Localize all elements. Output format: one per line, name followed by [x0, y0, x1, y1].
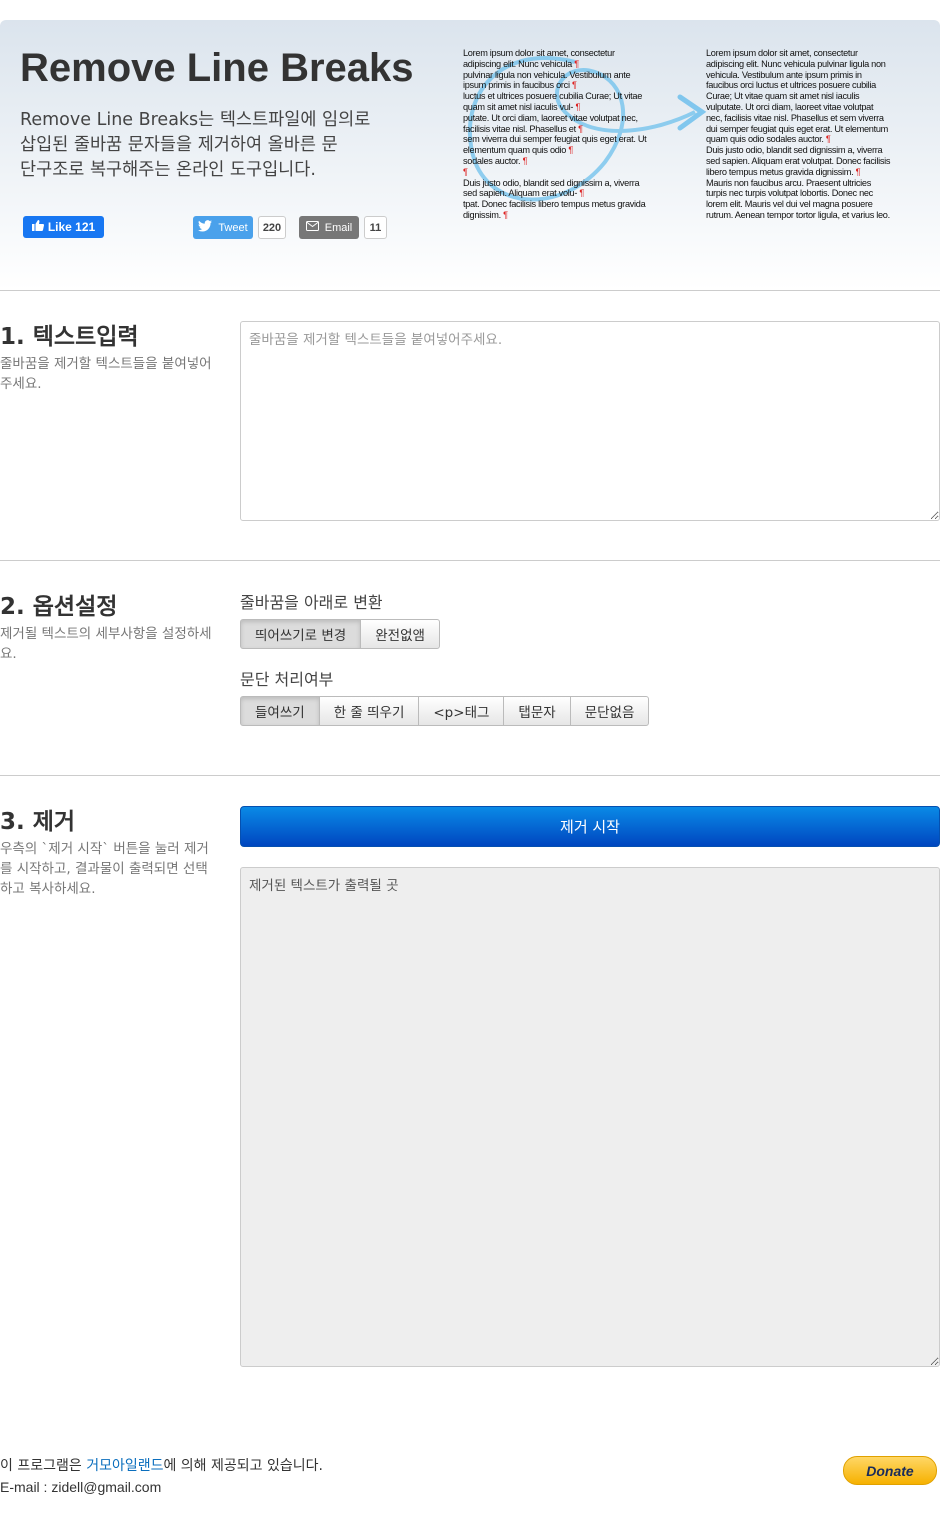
sample-line: ipsum primis in faucibus orci ¶ [463, 80, 577, 91]
sample-line: quam quis odio sodales auctor. ¶ [706, 134, 831, 145]
thumbs-up-icon [31, 220, 44, 234]
page-lead: Remove Line Breaks는 텍스트파일에 임의로 삽입된 줄바꿈 문… [20, 108, 390, 183]
footer-credit: 이 프로그램은 거모아일랜드에 의해 제공되고 있습니다. [0, 1456, 323, 1477]
paragraph-option-indent[interactable]: 들여쓰기 [240, 696, 320, 726]
sample-line: putate. Ut orci diam, laoreet vitae volu… [463, 112, 638, 123]
sample-line: ¶ [463, 167, 668, 178]
sample-line: nec, facilisis vitae nisl. Phasellus et … [706, 112, 884, 123]
pilcrow-mark: ¶ [500, 209, 508, 220]
page-title: Remove Line Breaks [20, 46, 414, 90]
start-remove-button[interactable]: 제거 시작 [240, 806, 940, 847]
footer-email: E-mail : zidell@gmail.com [0, 1479, 162, 1495]
sample-line: pulvinar ligula non vehicula. Vestibulum… [463, 69, 631, 80]
sample-line: dignissim. ¶ [463, 209, 508, 220]
pilcrow-mark: ¶ [577, 188, 584, 199]
tweet-button[interactable]: Tweet [193, 216, 253, 239]
linebreak-option-remove[interactable]: 완전없앰 [360, 619, 440, 649]
pilcrow-mark: ¶ [566, 145, 574, 156]
sample-line: faucibus orci luctus et ultrices posuere… [706, 80, 876, 91]
paragraph-option-p-tag[interactable]: <p>태그 [418, 696, 505, 726]
hero-banner: Remove Line Breaks Remove Line Breaks는 텍… [0, 20, 940, 291]
sample-line: turpis nec turpis volutpat lobortis. Don… [706, 188, 873, 199]
linebreak-option-group: 띄어쓰기로 변경 완전없앰 [240, 619, 440, 649]
pilcrow-mark: ¶ [573, 101, 581, 112]
pilcrow-mark: ¶ [575, 123, 583, 134]
section-title: 3. 제거 [0, 809, 76, 835]
sample-line: vulputate. Ut orci diam, laoreet vitae v… [706, 101, 874, 112]
sample-line: facilisis vitae nisl. Phasellus et ¶ [463, 123, 583, 134]
sample-line: sed sapien. Aliquam erat volu- ¶ [463, 188, 584, 199]
email-count: 11 [364, 216, 387, 239]
section-description: 줄바꿈을 제거할 텍스트들을 붙여넣어주세요. [0, 356, 212, 392]
section-title: 1. 텍스트입력 [0, 324, 139, 350]
footer-credit-prefix: 이 프로그램은 [0, 1458, 87, 1474]
paragraph-option-tab[interactable]: 탭문자 [503, 696, 571, 726]
sample-line: adipiscing elit. Nunc vehicula pulvinar … [706, 58, 886, 69]
twitter-bird-icon [198, 220, 213, 235]
sample-line: Curae; Ut vitae quam sit amet nisl iacul… [706, 91, 860, 102]
sample-line: sodales auctor. ¶ [463, 155, 528, 166]
sample-line: rutrum. Aenean tempor tortor ligula, et … [706, 209, 890, 220]
sample-line: elementum quam quis odio ¶ [463, 145, 574, 156]
lead-line: 단구조로 복구해주는 온라인 도구입니다. [20, 160, 316, 180]
pilcrow-mark: ¶ [569, 80, 577, 91]
section-description: 우측의 `제거 시작` 버튼을 눌러 제거를 시작하고, 결과물이 출력되면 선… [0, 841, 209, 897]
sample-line: sem viverra dui semper feugiat quis eget… [463, 134, 647, 145]
pilcrow-mark: ¶ [853, 166, 861, 177]
pilcrow-mark: ¶ [823, 134, 831, 145]
email-share-label: Email [324, 221, 353, 234]
paragraph-option-blank-line[interactable]: 한 줄 띄우기 [318, 696, 420, 726]
linebreak-option-label: 줄바꿈을 아래로 변환 [240, 593, 383, 612]
section-description: 제거될 텍스트의 세부사항을 설정하세요. [0, 626, 212, 662]
envelope-icon [305, 221, 319, 234]
sample-line: dui semper feugiat quis eget erat. Ut el… [706, 123, 889, 134]
donate-button[interactable]: Donate [843, 1456, 937, 1485]
sample-line: Duis justo odio, blandit sed dignissim a… [463, 177, 640, 188]
sample-line: Lorem ipsum dolor sit amet, consectetur [706, 48, 858, 58]
footer-credit-suffix: 에 의해 제공되고 있습니다. [163, 1458, 323, 1474]
pilcrow-mark: ¶ [463, 166, 468, 177]
sample-line: quam sit amet nisl iaculis vul- ¶ [463, 101, 581, 112]
sample-line: libero tempus metus gravida dignissim. ¶ [706, 166, 861, 177]
linebreak-option-space[interactable]: 띄어쓰기로 변경 [240, 619, 362, 649]
tweet-count: 220 [258, 216, 286, 239]
paragraph-option-none[interactable]: 문단없음 [569, 696, 650, 726]
section-title: 2. 옵션설정 [0, 594, 118, 620]
output-textarea[interactable]: 제거된 텍스트가 출력될 곳 [240, 867, 940, 1367]
sample-line: luctus et ultrices posuere cubilia Curae… [463, 91, 643, 102]
paragraph-option-label: 문단 처리여부 [240, 670, 334, 689]
sample-line: vehicula. Vestibulum ante ipsum primis i… [706, 69, 862, 80]
pilcrow-mark: ¶ [571, 58, 579, 69]
sample-line: sed sapien. Aliquam erat volutpat. Donec… [706, 155, 891, 166]
email-share-button[interactable]: Email [299, 216, 359, 239]
section-options: 2. 옵션설정 제거될 텍스트의 세부사항을 설정하세요. 줄바꿈을 아래로 변… [0, 560, 940, 776]
sample-line: Mauris non faucibus arcu. Praesent ultri… [706, 177, 872, 188]
pilcrow-mark: ¶ [520, 155, 528, 166]
input-textarea[interactable] [240, 321, 940, 521]
tweet-label: Tweet [218, 221, 248, 234]
sample-line: tpat. Donec facilisis libero tempus metu… [463, 199, 646, 210]
paragraph-option-group: 들여쓰기 한 줄 띄우기 <p>태그 탭문자 문단없음 [240, 696, 650, 726]
facebook-like-label: Like 121 [47, 220, 96, 234]
sample-line: Duis justo odio, blandit sed dignissim a… [706, 145, 883, 156]
lead-line: 삽입된 줄바꿈 문자들을 제거하여 올바른 문 [20, 135, 338, 155]
sample-text-after: Lorem ipsum dolor sit amet, consectetur a… [706, 48, 906, 221]
facebook-like-button[interactable]: Like 121 [23, 216, 104, 238]
footer: 이 프로그램은 거모아일랜드에 의해 제공되고 있습니다. E-mail : z… [0, 1456, 323, 1498]
footer-provider-link[interactable]: 거모아일랜드 [86, 1458, 163, 1474]
sample-text-before: Lorem ipsum dolor sit amet, consectetur a… [463, 48, 668, 221]
sample-line: Lorem ipsum dolor sit amet, consectetur [463, 48, 615, 58]
lead-line: Remove Line Breaks는 텍스트파일에 임의로 [20, 110, 371, 130]
sample-line: adipiscing elit. Nunc vehicula ¶ [463, 58, 579, 69]
sample-line: lorem elit. Mauris vel dui vel magna pos… [706, 199, 873, 210]
